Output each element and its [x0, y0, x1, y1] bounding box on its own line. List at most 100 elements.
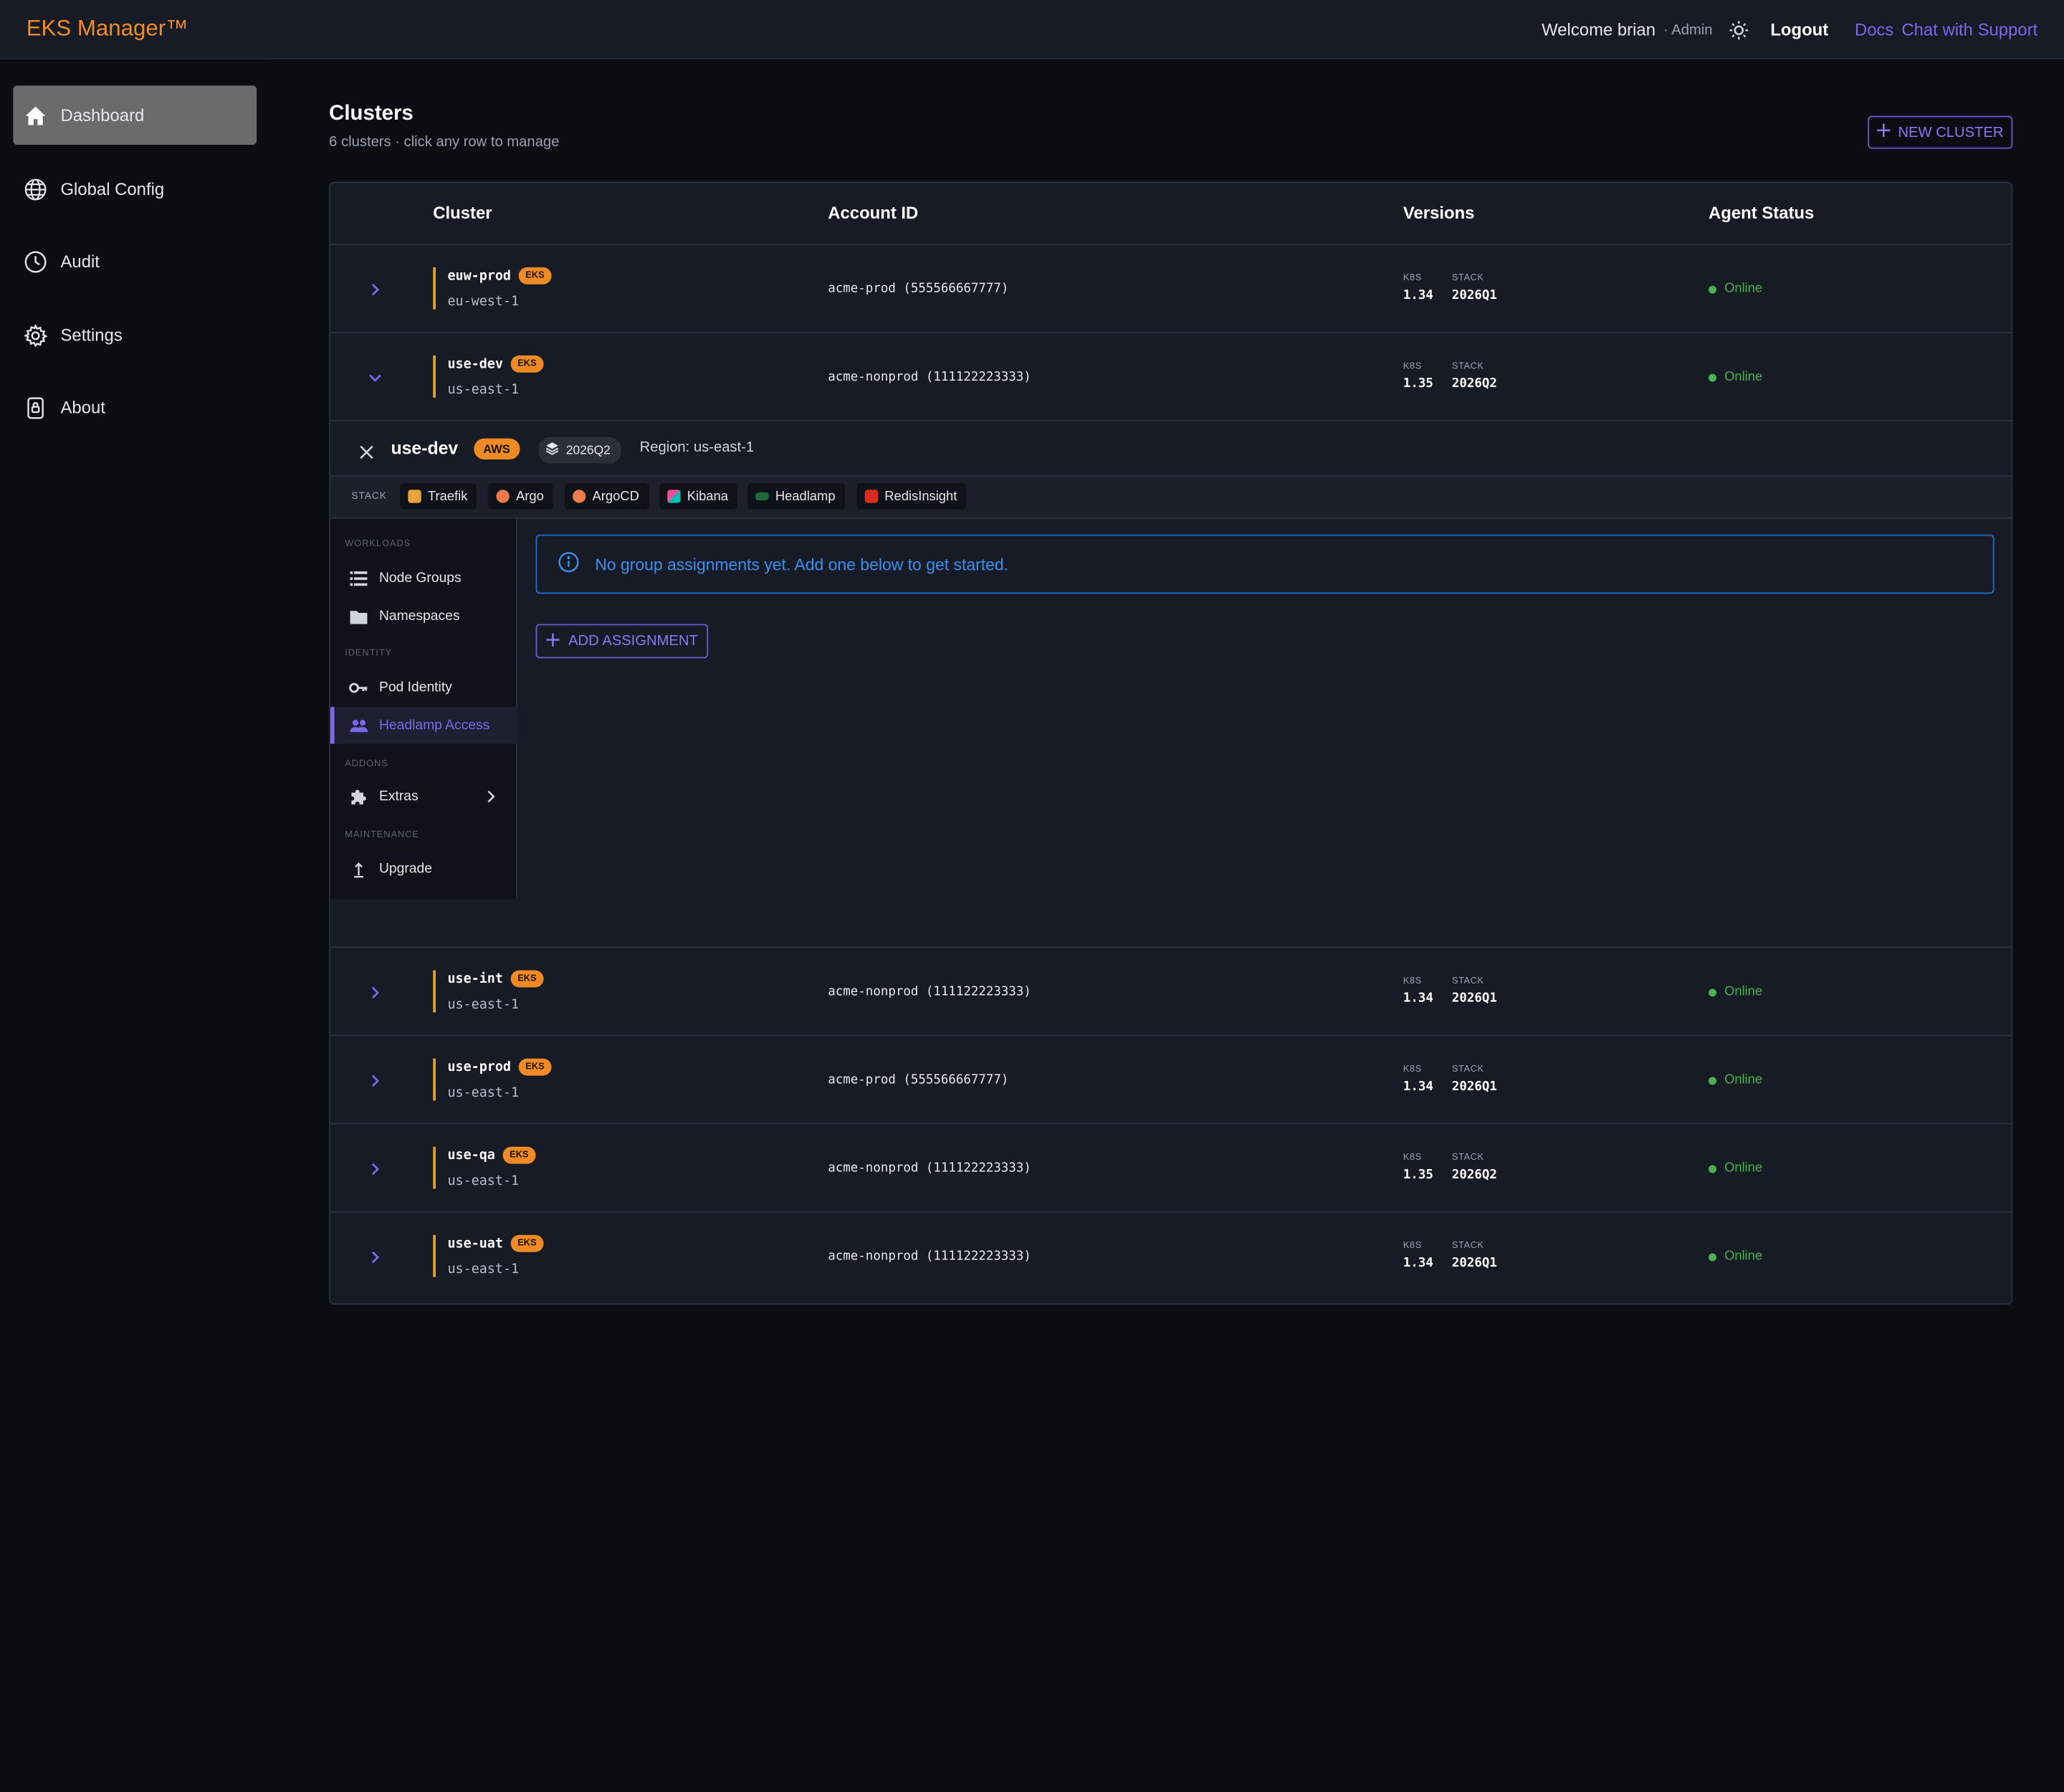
stack-version: 2026Q1 [1451, 288, 1497, 303]
table-row[interactable]: use-qa EKS us-east-1 acme-nonprod (111122… [330, 1125, 2012, 1213]
stack-label: STACK [1451, 274, 1484, 283]
status-dot [1709, 285, 1717, 293]
top-right-area: Welcome brian · Admin Logout Docs Chat w… [1542, 0, 2037, 59]
nav-item-headlamp-access[interactable]: Headlamp Access [330, 707, 517, 744]
chevron-right-icon[interactable] [367, 280, 383, 296]
chevron-down-icon[interactable] [367, 368, 383, 384]
agent-status: Online [1709, 282, 1762, 296]
layers-icon [545, 441, 559, 459]
nav-section-identity: IDENTITY [345, 649, 393, 659]
welcome-text: Welcome brian [1542, 19, 1656, 40]
cluster-name: euw-prod EKS [447, 267, 551, 285]
stack-version-chip: 2026Q2 [538, 437, 621, 464]
new-cluster-button[interactable]: NEW CLUSTER [1868, 115, 2013, 149]
aws-badge: AWS [474, 438, 520, 460]
sidebar-item-label: Dashboard [60, 105, 145, 125]
column-header-versions[interactable]: Versions [1403, 203, 1475, 223]
table-row[interactable]: use-int EKS us-east-1 acme-nonprod (11112… [330, 948, 2012, 1036]
tool-chip-argocd[interactable]: ArgoCD [564, 483, 649, 510]
status-dot [1709, 1076, 1717, 1085]
table-header: Cluster Account ID Versions Agent Status [330, 183, 2012, 245]
tool-chip-traefik[interactable]: Traefik [400, 483, 477, 510]
agent-status: Online [1709, 1249, 1762, 1264]
docs-link[interactable]: Docs [1855, 20, 1893, 40]
info-message: No group assignments yet. Add one below … [595, 555, 1009, 573]
stack-version: 2026Q1 [1451, 1080, 1497, 1095]
stack-label: STACK [1451, 362, 1484, 371]
nav-item-extras[interactable]: Extras [330, 778, 517, 814]
account-id: acme-nonprod (111122223333) [828, 984, 1031, 1000]
agent-status: Online [1709, 1161, 1762, 1176]
column-header-cluster[interactable]: Cluster [433, 203, 492, 223]
agent-status: Online [1709, 370, 1762, 384]
sidebar: Dashboard Global Config Audit Settings A… [0, 59, 269, 1792]
status-dot [1709, 1164, 1717, 1173]
table-row[interactable]: use-prod EKS us-east-1 acme-prod (5555666… [330, 1036, 2012, 1125]
theme-toggle-icon[interactable] [1729, 19, 1749, 40]
cluster-accent-bar [433, 355, 436, 398]
cluster-name: use-dev EKS [447, 355, 543, 373]
column-header-status[interactable]: Agent Status [1709, 203, 1814, 223]
list-icon [349, 568, 369, 588]
detail-header: use-dev AWS 2026Q2 Region: us-east-1 [330, 421, 2012, 477]
tool-chip-headlamp[interactable]: Headlamp [747, 483, 845, 510]
table-row[interactable]: use-uat EKS us-east-1 acme-nonprod (11112… [330, 1213, 2011, 1301]
stack-label: STACK [1451, 976, 1484, 986]
nav-item-pod-identity[interactable]: Pod Identity [330, 669, 517, 705]
table-row[interactable]: euw-prod EKS eu-west-1 acme-prod (5555666… [330, 245, 2012, 333]
tool-chip-kibana[interactable]: Kibana [659, 483, 737, 510]
sidebar-item-settings[interactable]: Settings [13, 305, 257, 365]
eks-badge: EKS [510, 355, 543, 373]
cluster-region: us-east-1 [447, 383, 520, 398]
status-dot [1709, 988, 1717, 996]
k8s-label: K8S [1403, 1153, 1422, 1163]
account-id: acme-nonprod (111122223333) [828, 370, 1031, 385]
sidebar-item-audit[interactable]: Audit [13, 232, 257, 291]
tool-chip-argo[interactable]: Argo [488, 483, 553, 510]
headlamp-icon [755, 492, 769, 500]
sidebar-item-label: Settings [60, 325, 123, 345]
stack-tools-label: STACK [351, 490, 387, 502]
account-id: acme-prod (555566667777) [828, 282, 1009, 297]
key-icon [349, 677, 369, 697]
logout-link[interactable]: Logout [1770, 20, 1828, 40]
status-dot [1709, 1252, 1717, 1261]
page-subtitle: 6 clusters · click any row to manage [329, 134, 560, 151]
folder-icon [349, 606, 369, 626]
column-header-account[interactable]: Account ID [828, 203, 918, 223]
cluster-detail-panel: use-dev AWS 2026Q2 Region: us-east-1 STA… [330, 421, 2012, 948]
role-label: · Admin [1663, 22, 1713, 38]
nav-item-namespaces[interactable]: Namespaces [330, 598, 517, 634]
app-brand[interactable]: EKS Manager™ [27, 16, 188, 42]
chevron-right-icon[interactable] [367, 1072, 383, 1087]
chevron-right-icon[interactable] [367, 1248, 383, 1264]
chevron-right-icon[interactable] [367, 983, 383, 999]
agent-status: Online [1709, 985, 1762, 999]
support-link[interactable]: Chat with Support [1901, 20, 2037, 40]
account-id: acme-nonprod (111122223333) [828, 1160, 1031, 1176]
upload-icon [349, 859, 369, 879]
eks-badge: EKS [510, 1234, 543, 1252]
table-row[interactable]: use-dev EKS us-east-1 acme-nonprod (11112… [330, 333, 2012, 421]
sidebar-item-global-config[interactable]: Global Config [13, 159, 257, 219]
globe-icon [24, 177, 47, 201]
k8s-label: K8S [1403, 976, 1422, 986]
add-assignment-button[interactable]: ADD ASSIGNMENT [535, 624, 709, 659]
info-alert: No group assignments yet. Add one below … [535, 534, 1994, 594]
nav-item-node-groups[interactable]: Node Groups [330, 560, 517, 596]
k8s-label: K8S [1403, 1241, 1422, 1251]
people-icon [349, 715, 369, 735]
clock-icon [24, 249, 47, 273]
detail-cluster-name: use-dev [391, 438, 459, 459]
sidebar-item-about[interactable]: About [13, 378, 257, 437]
sidebar-item-dashboard[interactable]: Dashboard [13, 85, 257, 146]
k8s-version: 1.35 [1403, 376, 1433, 391]
close-icon[interactable] [359, 442, 373, 459]
sidebar-item-label: Global Config [60, 178, 165, 199]
argo-icon [496, 490, 510, 503]
detail-nav: WORKLOADS Node Groups Namespaces IDENTIT… [330, 518, 517, 900]
k8s-version: 1.34 [1403, 1256, 1433, 1271]
tool-chip-redisinsight[interactable]: RedisInsight [856, 483, 967, 510]
chevron-right-icon[interactable] [367, 1160, 383, 1176]
nav-item-upgrade[interactable]: Upgrade [330, 851, 517, 887]
